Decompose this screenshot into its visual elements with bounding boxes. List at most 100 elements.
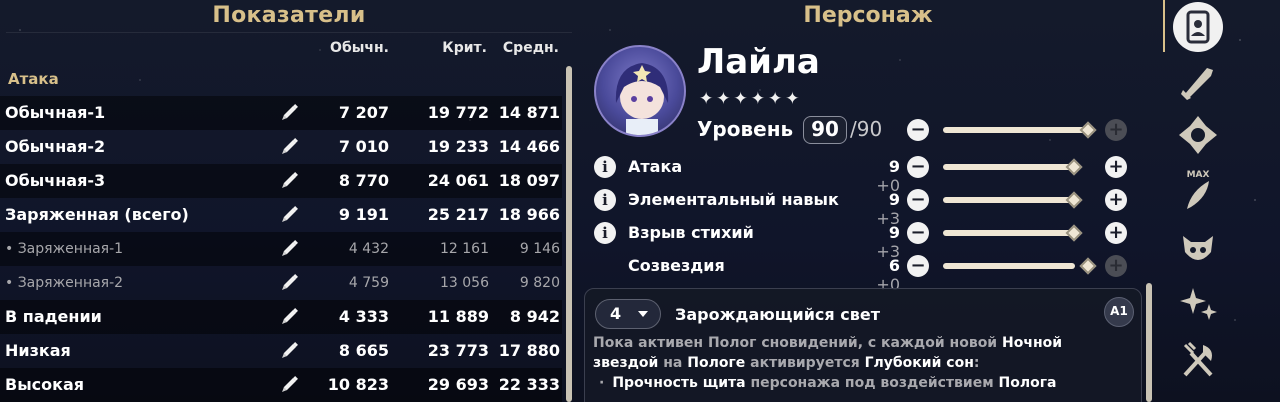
talent-slider-knob[interactable] — [1079, 257, 1097, 275]
description-text: : — [973, 355, 980, 371]
table-row: Высокая 10 823 29 693 22 333 — [0, 368, 562, 402]
enemy-icon[interactable] — [1173, 222, 1223, 272]
row-label: • Заряженная-1 — [5, 241, 124, 257]
artifact-icon[interactable] — [1173, 110, 1223, 160]
bullet-text: Прочность щита — [612, 375, 746, 391]
description-text: Полог сновидений — [707, 335, 858, 351]
constellation-dropdown[interactable]: 4 — [595, 299, 661, 329]
card-scrollbar[interactable] — [1146, 283, 1152, 402]
level-minus-button[interactable]: − — [907, 119, 929, 141]
value-crit: 12 161 — [440, 241, 489, 257]
pen-icon[interactable] — [280, 138, 300, 156]
row-label: Низкая — [5, 341, 71, 360]
value-average: 18 097 — [498, 171, 560, 190]
row-label: • Заряженная-2 — [5, 275, 124, 291]
level-input[interactable]: 90 — [803, 116, 847, 144]
value-crit: 24 061 — [427, 171, 489, 190]
value-normal: 4 333 — [338, 307, 389, 326]
level-plus-button[interactable]: + — [1105, 119, 1127, 141]
level-label: Уровень — [697, 117, 794, 141]
talent-plus-button[interactable]: + — [1105, 189, 1127, 211]
pen-icon[interactable] — [280, 240, 300, 258]
row-label: Высокая — [5, 375, 85, 394]
pen-icon[interactable] — [280, 308, 300, 326]
pen-icon[interactable] — [280, 104, 300, 122]
description-bullet: · Прочность щита персонажа под воздействи… — [593, 373, 1093, 393]
bullet-text: Полога — [998, 375, 1057, 391]
talent-minus-button[interactable]: − — [907, 156, 929, 178]
food-icon[interactable] — [1173, 335, 1223, 385]
stats-scrollbar[interactable] — [566, 66, 572, 402]
description-text: на — [658, 355, 688, 371]
sparkle-buff-icon[interactable] — [1173, 278, 1223, 328]
character-name: Лайла — [697, 42, 820, 82]
value-average: 8 942 — [509, 307, 560, 326]
info-icon[interactable]: i — [594, 222, 616, 244]
value-crit: 19 772 — [427, 103, 489, 122]
weapon-icon[interactable] — [1173, 56, 1223, 106]
value-normal: 4 432 — [348, 241, 389, 257]
pen-icon[interactable] — [280, 376, 300, 394]
column-crit: Крит. — [442, 40, 487, 56]
value-crit: 29 693 — [427, 375, 489, 394]
talent-minus-button[interactable]: − — [907, 222, 929, 244]
talent-plus-button[interactable]: + — [1105, 222, 1127, 244]
value-average: 17 880 — [498, 341, 560, 360]
pen-icon[interactable] — [280, 342, 300, 360]
table-row: Обычная-3 8 770 24 061 18 097 — [0, 164, 562, 198]
value-average: 14 871 — [498, 103, 560, 122]
value-normal: 4 759 — [348, 275, 389, 291]
talent-minus-button[interactable]: − — [907, 189, 929, 211]
column-average: Средн. — [502, 40, 559, 56]
description-text: активируется — [745, 355, 865, 371]
description-text: Пологе — [687, 355, 746, 371]
talent-slider-knob[interactable] — [1065, 158, 1083, 176]
level-slider[interactable] — [943, 127, 1088, 133]
pen-icon[interactable] — [280, 172, 300, 190]
info-icon[interactable]: i — [594, 156, 616, 178]
talent-slider-knob[interactable] — [1065, 191, 1083, 209]
talent-slider[interactable] — [943, 164, 1075, 170]
value-crit: 13 056 — [440, 275, 489, 291]
value-crit: 25 217 — [427, 205, 489, 224]
info-icon[interactable]: i — [594, 189, 616, 211]
value-normal: 9 191 — [338, 205, 389, 224]
sidebar-active-indicator — [1163, 0, 1165, 52]
value-normal: 7 207 — [338, 103, 389, 122]
character-avatar — [594, 45, 686, 137]
table-row: Обычная-2 7 010 19 233 14 466 — [0, 130, 562, 164]
title-divider — [6, 32, 572, 33]
talent-plus-button[interactable]: + — [1105, 255, 1127, 277]
pen-icon[interactable] — [280, 274, 300, 292]
talent-slider-knob[interactable] — [1065, 224, 1083, 242]
ascension-badge: A1 — [1104, 297, 1134, 327]
rarity-stars: ✦✦✦✦✦✦ — [699, 89, 803, 109]
value-average: 14 466 — [498, 137, 560, 156]
talent-label: Элементальный навык — [628, 190, 839, 209]
row-label: Обычная-1 — [5, 103, 106, 122]
talent-plus-button[interactable]: + — [1105, 156, 1127, 178]
talent-minus-button[interactable]: − — [907, 255, 929, 277]
level-slider-knob[interactable] — [1079, 121, 1097, 139]
pen-icon[interactable] — [280, 206, 300, 224]
max-talent-icon[interactable]: MAX — [1173, 165, 1223, 215]
value-normal: 10 823 — [327, 375, 389, 394]
character-title: Персонаж — [803, 3, 933, 28]
chevron-down-icon — [638, 311, 648, 317]
table-row: Заряженная (всего) 9 191 25 217 18 966 — [0, 198, 562, 232]
table-row: • Заряженная-1 4 432 12 161 9 146 — [0, 232, 562, 266]
table-row: В падении 4 333 11 889 8 942 — [0, 300, 562, 334]
talent-slider[interactable] — [943, 230, 1075, 236]
description-text: Глубокий сон — [864, 355, 974, 371]
stats-panel: Показатели Обычн. Крит. Средн. Атака Обы… — [0, 0, 578, 402]
talent-slider[interactable] — [943, 263, 1075, 269]
talent-label: Атака — [628, 157, 683, 176]
row-label: Обычная-3 — [5, 171, 106, 190]
row-label: В падении — [5, 307, 102, 326]
character-card-icon[interactable] — [1173, 2, 1223, 52]
talent-slider[interactable] — [943, 197, 1075, 203]
table-row: • Заряженная-2 4 759 13 056 9 820 — [0, 266, 562, 300]
talent-label: Созвездия — [628, 256, 725, 275]
dropdown-value: 4 — [610, 304, 622, 323]
value-average: 9 146 — [519, 241, 560, 257]
